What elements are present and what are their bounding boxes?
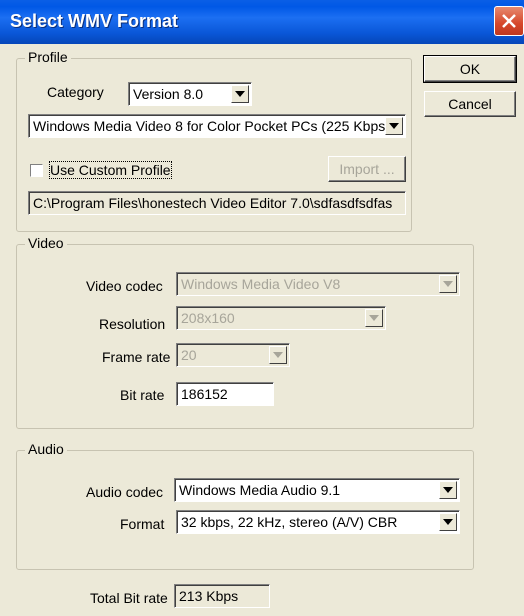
- audio-codec-label: Audio codec: [86, 484, 164, 500]
- chevron-down-icon: [369, 315, 379, 321]
- total-bit-rate-label: Total Bit rate: [90, 590, 168, 606]
- chevron-down-icon: [235, 91, 245, 97]
- audio-format-select[interactable]: 32 kbps, 22 kHz, stereo (A/V) CBR: [176, 510, 460, 534]
- resolution-dropdown-arrow[interactable]: [365, 309, 383, 327]
- category-select[interactable]: Version 8.0: [128, 82, 252, 106]
- bit-rate-label: Bit rate: [120, 387, 165, 403]
- total-bit-rate-value: 213 Kbps: [174, 584, 270, 608]
- bit-rate-input[interactable]: 186152: [176, 382, 274, 406]
- video-group-label: Video: [25, 235, 67, 251]
- custom-profile-label[interactable]: Use Custom Profile: [49, 161, 172, 179]
- resolution-label: Resolution: [99, 316, 166, 332]
- audio-codec-dropdown-arrow[interactable]: [439, 481, 457, 499]
- profile-select[interactable]: Windows Media Video 8 for Color Pocket P…: [28, 114, 406, 138]
- close-button[interactable]: [494, 6, 524, 36]
- chevron-down-icon: [389, 123, 399, 129]
- frame-rate-select[interactable]: 20: [176, 343, 290, 367]
- profile-dropdown-arrow[interactable]: [385, 117, 403, 135]
- format-label: Format: [120, 516, 165, 532]
- video-codec-dropdown-arrow[interactable]: [439, 275, 457, 293]
- ok-button[interactable]: OK: [423, 55, 517, 83]
- profile-group-label: Profile: [25, 49, 71, 65]
- audio-format-dropdown-arrow[interactable]: [439, 513, 457, 531]
- category-dropdown-arrow[interactable]: [231, 85, 249, 103]
- chevron-down-icon: [273, 352, 283, 358]
- chevron-down-icon: [443, 281, 453, 287]
- category-label: Category: [47, 84, 104, 100]
- audio-group-label: Audio: [25, 441, 67, 457]
- import-button[interactable]: Import ...: [328, 156, 406, 182]
- dialog-window: Select WMV Format OK Cancel Profile Cate…: [0, 0, 524, 616]
- window-title: Select WMV Format: [10, 11, 179, 31]
- frame-rate-label: Frame rate: [102, 349, 171, 365]
- video-codec-label: Video codec: [86, 278, 163, 294]
- resolution-select[interactable]: 208x160: [176, 306, 386, 330]
- dialog-body: OK Cancel Profile Category Version 8.0 W…: [6, 44, 524, 616]
- video-codec-select[interactable]: Windows Media Video V8: [176, 272, 460, 296]
- cancel-button[interactable]: Cancel: [424, 91, 516, 117]
- custom-profile-checkbox[interactable]: [30, 164, 43, 177]
- frame-rate-dropdown-arrow[interactable]: [269, 346, 287, 364]
- title-bar[interactable]: Select WMV Format: [0, 0, 524, 44]
- custom-profile-path: C:\Program Files\honestech Video Editor …: [28, 191, 406, 215]
- close-icon: [502, 14, 516, 28]
- audio-codec-select[interactable]: Windows Media Audio 9.1: [174, 478, 460, 502]
- chevron-down-icon: [443, 487, 453, 493]
- chevron-down-icon: [443, 519, 453, 525]
